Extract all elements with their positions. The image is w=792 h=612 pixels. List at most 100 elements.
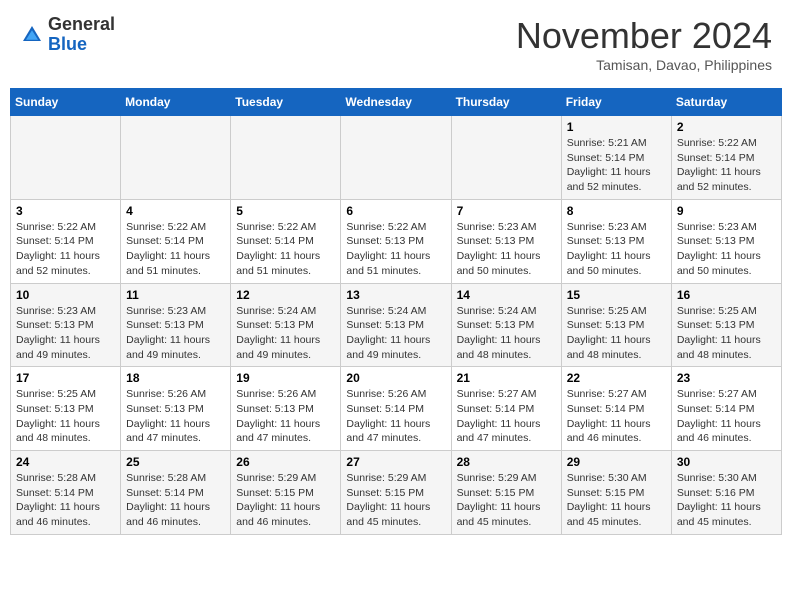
- calendar-cell: 25 Sunrise: 5:28 AM Sunset: 5:14 PM Dayli…: [121, 451, 231, 535]
- cell-detail: Sunrise: 5:24 AM Sunset: 5:13 PM Dayligh…: [236, 304, 335, 363]
- day-number: 23: [677, 371, 776, 385]
- day-number: 19: [236, 371, 335, 385]
- logo: General Blue: [20, 15, 115, 55]
- cell-detail: Sunrise: 5:26 AM Sunset: 5:13 PM Dayligh…: [126, 387, 225, 446]
- calendar-cell: 21 Sunrise: 5:27 AM Sunset: 5:14 PM Dayli…: [451, 367, 561, 451]
- cell-detail: Sunrise: 5:23 AM Sunset: 5:13 PM Dayligh…: [567, 220, 666, 279]
- day-number: 27: [346, 455, 445, 469]
- calendar-cell: 4 Sunrise: 5:22 AM Sunset: 5:14 PM Daylig…: [121, 199, 231, 283]
- day-number: 7: [457, 204, 556, 218]
- calendar-table: SundayMondayTuesdayWednesdayThursdayFrid…: [10, 88, 782, 535]
- calendar-day-header: Monday: [121, 89, 231, 116]
- cell-detail: Sunrise: 5:24 AM Sunset: 5:13 PM Dayligh…: [346, 304, 445, 363]
- day-number: 4: [126, 204, 225, 218]
- day-number: 1: [567, 120, 666, 134]
- day-number: 11: [126, 288, 225, 302]
- logo-text: General Blue: [48, 15, 115, 55]
- month-title: November 2024: [516, 15, 772, 57]
- calendar-cell: [341, 116, 451, 200]
- day-number: 26: [236, 455, 335, 469]
- calendar-week-row: 17 Sunrise: 5:25 AM Sunset: 5:13 PM Dayli…: [11, 367, 782, 451]
- cell-detail: Sunrise: 5:27 AM Sunset: 5:14 PM Dayligh…: [457, 387, 556, 446]
- day-number: 24: [16, 455, 115, 469]
- calendar-week-row: 10 Sunrise: 5:23 AM Sunset: 5:13 PM Dayli…: [11, 283, 782, 367]
- cell-detail: Sunrise: 5:22 AM Sunset: 5:14 PM Dayligh…: [16, 220, 115, 279]
- calendar-cell: 2Sunrise: 5:22 AM Sunset: 5:14 PM Daylig…: [671, 116, 781, 200]
- cell-detail: Sunrise: 5:22 AM Sunset: 5:14 PM Dayligh…: [677, 136, 776, 195]
- logo-general: General: [48, 14, 115, 34]
- cell-detail: Sunrise: 5:22 AM Sunset: 5:14 PM Dayligh…: [126, 220, 225, 279]
- page-header: General Blue November 2024 Tamisan, Dava…: [10, 10, 782, 78]
- day-number: 29: [567, 455, 666, 469]
- calendar-cell: 12Sunrise: 5:24 AM Sunset: 5:13 PM Dayli…: [231, 283, 341, 367]
- cell-detail: Sunrise: 5:26 AM Sunset: 5:13 PM Dayligh…: [236, 387, 335, 446]
- cell-detail: Sunrise: 5:30 AM Sunset: 5:15 PM Dayligh…: [567, 471, 666, 530]
- cell-detail: Sunrise: 5:30 AM Sunset: 5:16 PM Dayligh…: [677, 471, 776, 530]
- cell-detail: Sunrise: 5:22 AM Sunset: 5:14 PM Dayligh…: [236, 220, 335, 279]
- cell-detail: Sunrise: 5:23 AM Sunset: 5:13 PM Dayligh…: [126, 304, 225, 363]
- day-number: 15: [567, 288, 666, 302]
- cell-detail: Sunrise: 5:28 AM Sunset: 5:14 PM Dayligh…: [126, 471, 225, 530]
- calendar-cell: 27Sunrise: 5:29 AM Sunset: 5:15 PM Dayli…: [341, 451, 451, 535]
- cell-detail: Sunrise: 5:21 AM Sunset: 5:14 PM Dayligh…: [567, 136, 666, 195]
- cell-detail: Sunrise: 5:22 AM Sunset: 5:13 PM Dayligh…: [346, 220, 445, 279]
- day-number: 22: [567, 371, 666, 385]
- calendar-week-row: 3 Sunrise: 5:22 AM Sunset: 5:14 PM Daylig…: [11, 199, 782, 283]
- calendar-cell: 28Sunrise: 5:29 AM Sunset: 5:15 PM Dayli…: [451, 451, 561, 535]
- calendar-cell: 6 Sunrise: 5:22 AM Sunset: 5:13 PM Daylig…: [341, 199, 451, 283]
- calendar-day-header: Tuesday: [231, 89, 341, 116]
- day-number: 3: [16, 204, 115, 218]
- calendar-cell: 29 Sunrise: 5:30 AM Sunset: 5:15 PM Dayli…: [561, 451, 671, 535]
- calendar-day-header: Thursday: [451, 89, 561, 116]
- day-number: 17: [16, 371, 115, 385]
- calendar-cell: 1 Sunrise: 5:21 AM Sunset: 5:14 PM Daylig…: [561, 116, 671, 200]
- cell-detail: Sunrise: 5:28 AM Sunset: 5:14 PM Dayligh…: [16, 471, 115, 530]
- calendar-day-header: Sunday: [11, 89, 121, 116]
- cell-detail: Sunrise: 5:25 AM Sunset: 5:13 PM Dayligh…: [567, 304, 666, 363]
- calendar-cell: 17 Sunrise: 5:25 AM Sunset: 5:13 PM Dayli…: [11, 367, 121, 451]
- calendar-cell: 30 Sunrise: 5:30 AM Sunset: 5:16 PM Dayli…: [671, 451, 781, 535]
- calendar-day-header: Friday: [561, 89, 671, 116]
- cell-detail: Sunrise: 5:27 AM Sunset: 5:14 PM Dayligh…: [677, 387, 776, 446]
- day-number: 16: [677, 288, 776, 302]
- day-number: 5: [236, 204, 335, 218]
- day-number: 18: [126, 371, 225, 385]
- logo-blue: Blue: [48, 34, 87, 54]
- calendar-cell: 20Sunrise: 5:26 AM Sunset: 5:14 PM Dayli…: [341, 367, 451, 451]
- calendar-cell: 18 Sunrise: 5:26 AM Sunset: 5:13 PM Dayli…: [121, 367, 231, 451]
- day-number: 25: [126, 455, 225, 469]
- cell-detail: Sunrise: 5:23 AM Sunset: 5:13 PM Dayligh…: [677, 220, 776, 279]
- calendar-cell: 19 Sunrise: 5:26 AM Sunset: 5:13 PM Dayli…: [231, 367, 341, 451]
- day-number: 30: [677, 455, 776, 469]
- cell-detail: Sunrise: 5:25 AM Sunset: 5:13 PM Dayligh…: [677, 304, 776, 363]
- calendar-cell: 13Sunrise: 5:24 AM Sunset: 5:13 PM Dayli…: [341, 283, 451, 367]
- cell-detail: Sunrise: 5:24 AM Sunset: 5:13 PM Dayligh…: [457, 304, 556, 363]
- day-number: 14: [457, 288, 556, 302]
- day-number: 9: [677, 204, 776, 218]
- cell-detail: Sunrise: 5:25 AM Sunset: 5:13 PM Dayligh…: [16, 387, 115, 446]
- calendar-cell: 24 Sunrise: 5:28 AM Sunset: 5:14 PM Dayli…: [11, 451, 121, 535]
- day-number: 21: [457, 371, 556, 385]
- calendar-cell: 22 Sunrise: 5:27 AM Sunset: 5:14 PM Dayli…: [561, 367, 671, 451]
- day-number: 10: [16, 288, 115, 302]
- cell-detail: Sunrise: 5:29 AM Sunset: 5:15 PM Dayligh…: [457, 471, 556, 530]
- calendar-day-header: Saturday: [671, 89, 781, 116]
- calendar-cell: 5 Sunrise: 5:22 AM Sunset: 5:14 PM Daylig…: [231, 199, 341, 283]
- calendar-cell: 8 Sunrise: 5:23 AM Sunset: 5:13 PM Daylig…: [561, 199, 671, 283]
- calendar-cell: 7 Sunrise: 5:23 AM Sunset: 5:13 PM Daylig…: [451, 199, 561, 283]
- cell-detail: Sunrise: 5:23 AM Sunset: 5:13 PM Dayligh…: [457, 220, 556, 279]
- calendar-cell: 23 Sunrise: 5:27 AM Sunset: 5:14 PM Dayli…: [671, 367, 781, 451]
- calendar-cell: 9 Sunrise: 5:23 AM Sunset: 5:13 PM Daylig…: [671, 199, 781, 283]
- calendar-week-row: 1 Sunrise: 5:21 AM Sunset: 5:14 PM Daylig…: [11, 116, 782, 200]
- calendar-cell: 11 Sunrise: 5:23 AM Sunset: 5:13 PM Dayli…: [121, 283, 231, 367]
- day-number: 6: [346, 204, 445, 218]
- calendar-cell: [11, 116, 121, 200]
- calendar-cell: [121, 116, 231, 200]
- title-area: November 2024 Tamisan, Davao, Philippine…: [516, 15, 772, 73]
- calendar-cell: [231, 116, 341, 200]
- calendar-cell: 15 Sunrise: 5:25 AM Sunset: 5:13 PM Dayli…: [561, 283, 671, 367]
- calendar-cell: 10Sunrise: 5:23 AM Sunset: 5:13 PM Dayli…: [11, 283, 121, 367]
- calendar-cell: [451, 116, 561, 200]
- day-number: 8: [567, 204, 666, 218]
- cell-detail: Sunrise: 5:27 AM Sunset: 5:14 PM Dayligh…: [567, 387, 666, 446]
